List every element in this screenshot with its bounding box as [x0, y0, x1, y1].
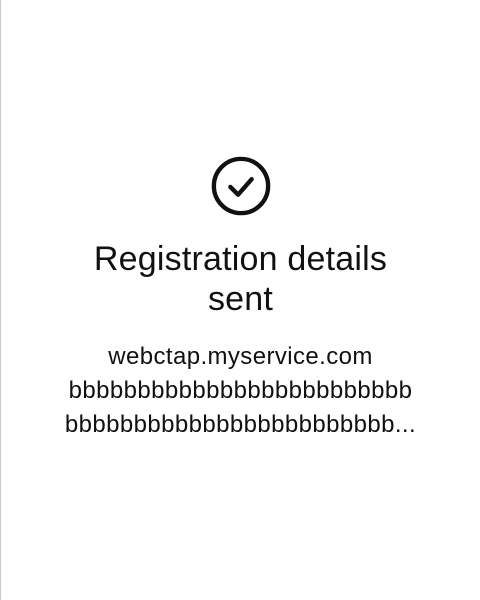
- page-title: Registration details sent: [93, 240, 388, 318]
- confirmation-content: Registration details sent webctap.myserv…: [1, 155, 480, 442]
- detail-line-3: bbbbbbbbbbbbbbbbbbbbbbbb...: [64, 411, 417, 438]
- service-host: webctap.myservice.com: [108, 343, 373, 370]
- detail-line-2: bbbbbbbbbbbbbbbbbbbbbbbbb: [68, 377, 413, 404]
- check-circle-icon: [211, 156, 270, 216]
- registration-confirmation-screen: Registration details sent webctap.myserv…: [0, 0, 480, 600]
- registration-details: webctap.myservice.com bbbbbbbbbbbbbbbbbb…: [26, 340, 456, 442]
